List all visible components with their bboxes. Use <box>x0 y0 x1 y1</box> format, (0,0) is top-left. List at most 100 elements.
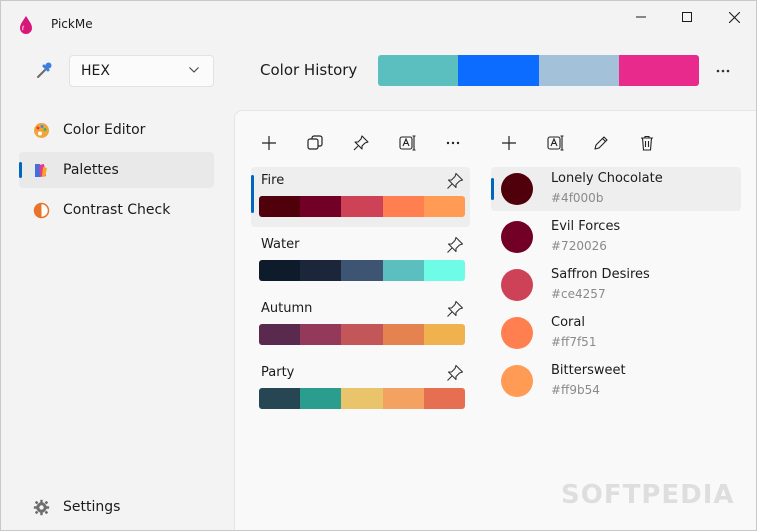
maximize-icon <box>682 12 692 22</box>
palette-swatches <box>259 260 465 281</box>
palette-swatch <box>259 260 301 281</box>
duplicate-palette-button[interactable] <box>303 131 327 155</box>
color-name: Lonely Chocolate <box>551 171 663 186</box>
history-swatch[interactable] <box>458 55 539 86</box>
color-item[interactable]: Lonely Chocolate #4f000b <box>491 167 741 211</box>
pin-icon[interactable] <box>446 236 464 254</box>
palette-swatch <box>341 260 383 281</box>
palette-swatch <box>341 388 383 409</box>
palette-swatch <box>382 196 424 217</box>
palette-item-party[interactable]: Party <box>251 359 470 419</box>
color-swatch <box>501 365 533 397</box>
pencil-icon <box>594 136 608 150</box>
color-item[interactable]: Saffron Desires #ce4257 <box>491 263 741 307</box>
palette-swatch <box>382 324 424 345</box>
rename-color-button[interactable] <box>543 131 567 155</box>
plus-icon <box>502 136 516 150</box>
nav-settings-label: Settings <box>63 499 121 515</box>
pin-icon[interactable] <box>446 364 464 382</box>
pin-icon <box>353 135 369 151</box>
pin-icon[interactable] <box>446 172 464 190</box>
minimize-button[interactable] <box>618 1 664 33</box>
color-history-label: Color History <box>260 61 358 79</box>
palette-swatch <box>259 196 301 217</box>
palette-more-button[interactable] <box>441 131 465 155</box>
nav-contrast-check-label: Contrast Check <box>63 202 171 218</box>
palette-swatch <box>423 324 465 345</box>
palette-item-autumn[interactable]: Autumn <box>251 295 470 355</box>
copy-icon <box>307 135 323 150</box>
palette-swatch <box>423 260 465 281</box>
color-hex: #ce4257 <box>551 287 606 301</box>
nav-color-editor[interactable]: Color Editor <box>19 112 214 148</box>
nav-contrast-check[interactable]: Contrast Check <box>19 192 214 228</box>
title-bar: PickMe <box>1 1 756 41</box>
contrast-icon <box>33 202 50 219</box>
droplet-app-icon <box>20 16 32 34</box>
more-icon <box>716 69 730 73</box>
app-window: PickMe HEX Color History Color Editor Pa… <box>0 0 757 531</box>
color-swatch <box>501 221 533 253</box>
color-format-dropdown[interactable]: HEX <box>69 55 214 87</box>
palettes-icon <box>35 164 47 177</box>
edit-color-button[interactable] <box>589 131 613 155</box>
palette-item-water[interactable]: Water <box>251 231 470 291</box>
pin-icon[interactable] <box>446 300 464 318</box>
history-more-button[interactable] <box>711 61 735 81</box>
nav-color-editor-label: Color Editor <box>63 122 146 138</box>
watermark: SOFTPEDIA <box>561 480 735 510</box>
palette-swatch <box>300 260 342 281</box>
history-swatch[interactable] <box>538 55 619 86</box>
palette-swatch <box>300 388 342 409</box>
color-name: Saffron Desires <box>551 267 650 282</box>
color-name: Coral <box>551 315 585 330</box>
rename-icon <box>398 135 415 151</box>
palette-item-fire[interactable]: Fire <box>251 167 470 227</box>
palette-swatches <box>259 324 465 345</box>
history-swatch[interactable] <box>618 55 699 86</box>
add-color-button[interactable] <box>497 131 521 155</box>
color-history-strip[interactable] <box>378 55 699 86</box>
maximize-button[interactable] <box>664 1 710 33</box>
palette-icon <box>34 123 49 138</box>
palette-swatches <box>259 196 465 217</box>
close-button[interactable] <box>711 1 756 33</box>
palette-swatches <box>259 388 465 409</box>
gear-icon <box>33 499 50 516</box>
palette-swatch <box>300 196 342 217</box>
palette-swatch <box>259 388 301 409</box>
palette-name: Party <box>261 365 295 380</box>
nav-settings[interactable]: Settings <box>19 489 214 525</box>
color-hex: #720026 <box>551 239 607 253</box>
color-hex: #ff9b54 <box>551 383 600 397</box>
color-item[interactable]: Coral #ff7f51 <box>491 311 741 355</box>
history-swatch[interactable] <box>378 55 459 86</box>
add-palette-button[interactable] <box>257 131 281 155</box>
close-icon <box>728 11 740 23</box>
pin-palette-button[interactable] <box>349 131 373 155</box>
plus-icon <box>262 136 276 150</box>
palette-name: Fire <box>261 173 285 188</box>
palette-swatch <box>423 196 465 217</box>
more-icon <box>446 141 460 145</box>
palette-name: Autumn <box>261 301 313 316</box>
color-swatch <box>501 269 533 301</box>
color-swatch <box>501 173 533 205</box>
palette-swatch <box>341 196 383 217</box>
color-format-value: HEX <box>81 63 110 79</box>
palette-swatch <box>382 388 424 409</box>
color-item[interactable]: Bittersweet #ff9b54 <box>491 359 741 403</box>
color-swatch <box>501 317 533 349</box>
palette-swatch <box>341 324 383 345</box>
palette-swatch <box>300 324 342 345</box>
trash-icon <box>641 135 653 151</box>
nav-palettes[interactable]: Palettes <box>19 152 214 188</box>
delete-color-button[interactable] <box>635 131 659 155</box>
rename-icon <box>546 135 563 151</box>
chevron-down-icon <box>189 67 199 73</box>
rename-palette-button[interactable] <box>395 131 419 155</box>
palette-swatch <box>423 388 465 409</box>
color-name: Bittersweet <box>551 363 626 378</box>
color-item[interactable]: Evil Forces #720026 <box>491 215 741 259</box>
eyedropper-icon[interactable] <box>34 60 54 80</box>
